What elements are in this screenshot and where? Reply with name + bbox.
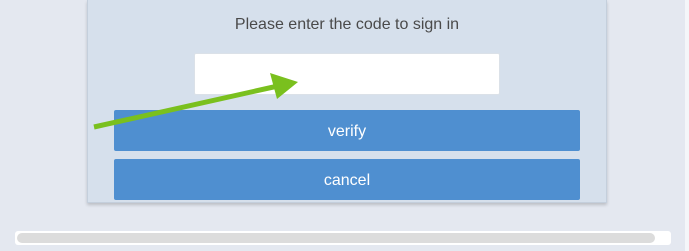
window-edge [685,0,689,251]
verify-button[interactable]: verify [114,110,580,151]
page: Please enter the code to sign in verify … [0,0,689,251]
horizontal-scrollbar[interactable] [15,231,671,245]
scrollbar-thumb[interactable] [17,233,655,243]
dialog-prompt: Please enter the code to sign in [234,16,460,33]
cancel-button[interactable]: cancel [114,159,580,200]
code-input[interactable] [194,53,500,95]
sign-in-code-dialog: Please enter the code to sign in verify … [87,0,607,203]
